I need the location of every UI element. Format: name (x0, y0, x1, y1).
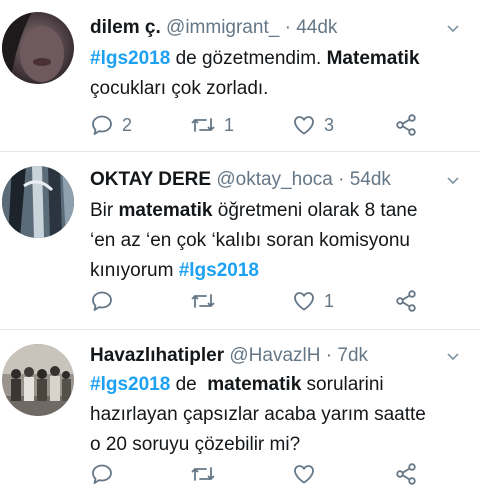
separator-dot: · (325, 345, 333, 366)
retweet-icon (191, 467, 215, 481)
avatar[interactable] (2, 344, 74, 416)
timestamp[interactable]: 54dk (350, 169, 391, 190)
share-icon (396, 463, 416, 485)
text-segment: öğretmeni olarak 8 tane (212, 200, 418, 221)
text-segment: de (170, 374, 208, 395)
display-name[interactable]: OKTAY DERE (90, 169, 211, 190)
retweet-icon (191, 118, 215, 132)
reply-button[interactable] (90, 462, 114, 486)
retweet-button[interactable]: 1 (190, 113, 234, 137)
user-handle[interactable]: @immigrant_ (166, 17, 279, 38)
hashtag-link[interactable]: #lgs2018 (90, 374, 170, 395)
text-segment: ‘en az ‘en çok ‘kalıbı soran komisyonu (90, 230, 410, 251)
like-count: 1 (324, 290, 335, 311)
share-button[interactable] (394, 289, 418, 313)
keyword-highlight: matematik (207, 374, 302, 395)
hashtag-link[interactable]: #lgs2018 (90, 48, 170, 69)
avatar[interactable] (2, 12, 74, 84)
user-handle[interactable]: @HavazlH (229, 345, 320, 366)
user-handle[interactable]: @oktay_hoca (216, 169, 332, 190)
display-name[interactable]: Havazlıhatipler (90, 345, 224, 366)
share-icon (396, 114, 416, 136)
reply-count: 2 (122, 114, 133, 135)
retweet-icon (191, 294, 215, 308)
tweet-3[interactable]: Havazlıhatipler @HavazlH · 7dk #lgs2018 … (0, 330, 480, 485)
like-button[interactable]: 1 (292, 289, 334, 313)
tweet-text: #lgs2018 de matematik sorularini hazırla… (90, 370, 470, 460)
retweet-button[interactable] (190, 462, 216, 486)
timestamp[interactable]: 44dk (296, 17, 337, 38)
text-segment: sorularini (301, 374, 384, 395)
keyword-highlight: matematik (118, 200, 213, 221)
text-segment: hazırlayan çapsızlar acaba yarım saatte (90, 404, 426, 425)
like-button[interactable]: 3 (292, 113, 334, 137)
text-segment: o 20 soruyu çözebilir mi? (90, 434, 301, 455)
chevron-down-icon[interactable] (446, 174, 460, 188)
reply-icon (92, 291, 112, 311)
tweet-text: #lgs2018 de gözetmendim. Matematik çocuk… (90, 44, 470, 104)
display-name[interactable]: dilem ç. (90, 17, 161, 38)
tweet-header: dilem ç. @immigrant_ · 44dk (90, 16, 337, 40)
heart-icon (294, 116, 314, 135)
hashtag-link[interactable]: #lgs2018 (179, 260, 259, 281)
share-button[interactable] (394, 462, 418, 486)
reply-button[interactable]: 2 (90, 113, 132, 137)
reply-button[interactable] (90, 289, 122, 313)
retweet-count: 1 (224, 114, 235, 135)
like-button[interactable] (292, 462, 316, 486)
share-button[interactable] (394, 113, 418, 137)
tweet-header: OKTAY DERE @oktay_hoca · 54dk (90, 168, 391, 192)
chevron-down-icon[interactable] (446, 350, 460, 364)
separator-dot: · (284, 17, 291, 38)
timestamp[interactable]: 7dk (337, 345, 368, 366)
reply-icon (92, 464, 112, 484)
text-segment: Bir (90, 200, 119, 221)
tweet-2[interactable]: OKTAY DERE @oktay_hoca · 54dk Bir matema… (0, 152, 480, 328)
tweet-text: Bir matematik öğretmeni olarak 8 tane ‘e… (90, 196, 470, 286)
heart-icon (294, 465, 314, 484)
share-icon (396, 290, 416, 312)
reply-icon (92, 115, 112, 135)
heart-icon (294, 292, 314, 311)
separator-dot: · (338, 169, 345, 190)
avatar[interactable] (2, 166, 74, 238)
chevron-down-icon[interactable] (446, 22, 460, 36)
text-segment: de gözetmendim. (170, 48, 327, 69)
like-count: 3 (324, 114, 335, 135)
text-segment: kınıyorum (90, 260, 179, 281)
tweet-header: Havazlıhatipler @HavazlH · 7dk (90, 344, 368, 368)
retweet-button[interactable] (190, 289, 224, 313)
tweet-1[interactable]: dilem ç. @immigrant_ · 44dk #lgs2018 de … (0, 0, 480, 150)
keyword-highlight: Matematik (326, 48, 420, 69)
text-segment: çocukları çok zorladı. (90, 78, 269, 99)
